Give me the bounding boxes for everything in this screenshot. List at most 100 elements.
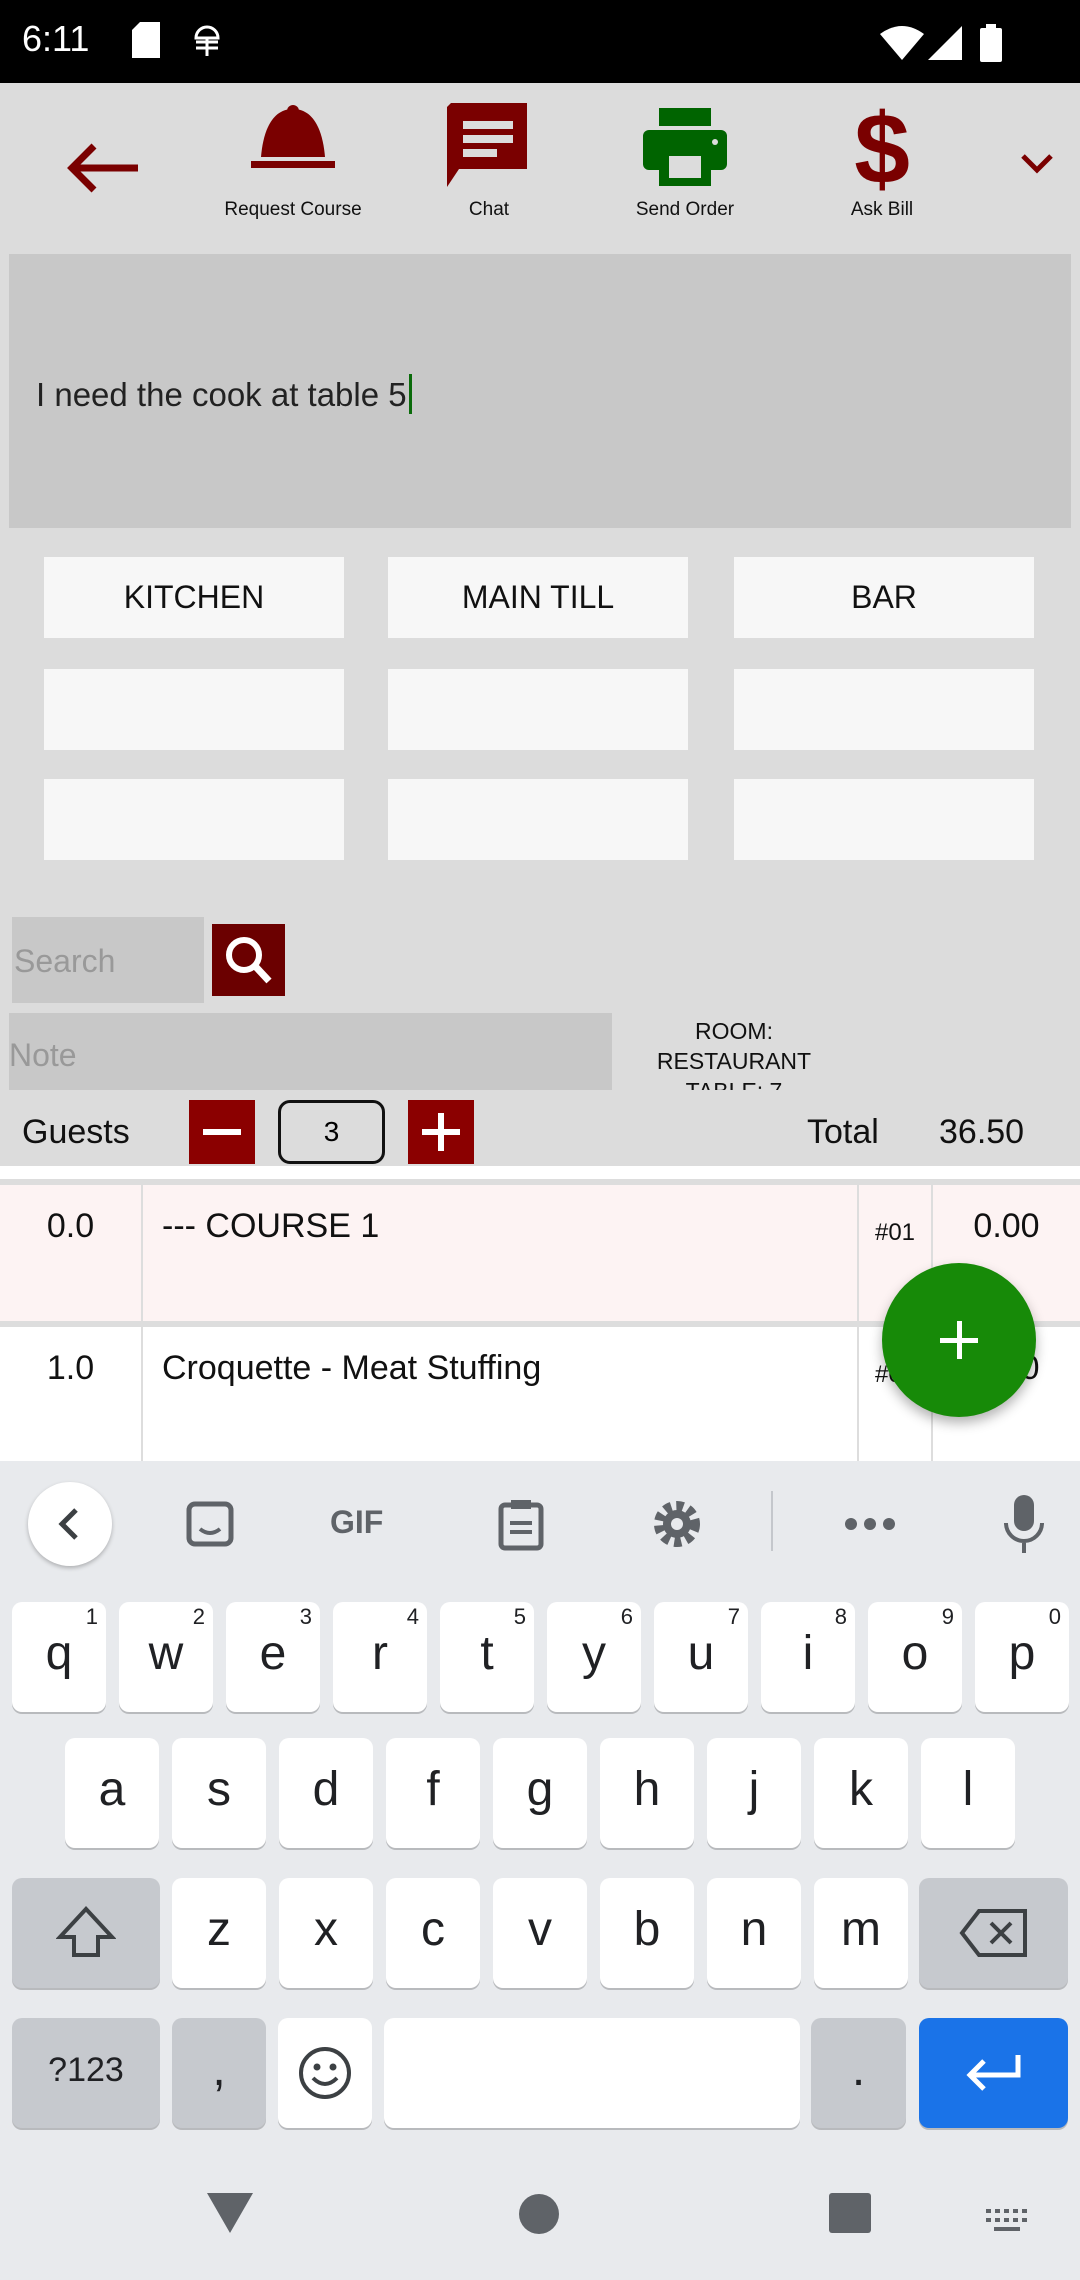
space-key[interactable] [384, 2018, 800, 2128]
key-e[interactable]: e3 [226, 1602, 320, 1712]
microphone-icon[interactable] [1002, 1495, 1046, 1553]
symbols-key[interactable]: ?123 [12, 2018, 160, 2128]
period-key[interactable]: . [811, 2018, 906, 2128]
key-label: x [314, 1903, 338, 1956]
sticker-icon[interactable] [186, 1501, 234, 1547]
key-w[interactable]: w2 [119, 1602, 213, 1712]
key-q[interactable]: q1 [12, 1602, 106, 1712]
more-icon[interactable] [844, 1517, 896, 1531]
clock: 6:11 [22, 18, 90, 59]
key-a[interactable]: a [65, 1738, 159, 1848]
key-u[interactable]: u7 [654, 1602, 748, 1712]
key-k[interactable]: k [814, 1738, 908, 1848]
key-g[interactable]: g [493, 1738, 587, 1848]
key-f[interactable]: f [386, 1738, 480, 1848]
recents-square-icon[interactable] [829, 2193, 871, 2235]
key-b[interactable]: b [600, 1878, 694, 1988]
key-p[interactable]: p0 [975, 1602, 1069, 1712]
key-label: a [98, 1763, 126, 1816]
key-t[interactable]: t5 [440, 1602, 534, 1712]
enter-key[interactable] [919, 2018, 1068, 2128]
key-j[interactable]: j [707, 1738, 801, 1848]
chat-button[interactable]: Chat [399, 83, 579, 254]
request-course-label: Request Course [224, 199, 362, 220]
guests-count[interactable]: 3 [278, 1100, 385, 1164]
key-r[interactable]: r4 [333, 1602, 427, 1712]
guests-decrement-button[interactable] [189, 1100, 255, 1164]
comma-key[interactable]: , [172, 2018, 266, 2128]
key-c[interactable]: c [386, 1878, 480, 1988]
destination-button[interactable]: BAR [734, 557, 1034, 638]
key-label: h [633, 1763, 661, 1816]
destination-button[interactable] [734, 779, 1034, 860]
key-h[interactable]: h [600, 1738, 694, 1848]
destination-button[interactable]: MAIN TILL [388, 557, 688, 638]
ask-bill-button[interactable]: $ Ask Bill [792, 83, 972, 254]
shift-icon [55, 1906, 117, 1957]
back-triangle-icon[interactable] [205, 2191, 255, 2235]
order-name: Croquette - Meat Stuffing [143, 1327, 859, 1461]
chevron-down-icon[interactable] [1020, 153, 1054, 175]
key-hint: 2 [192, 1604, 205, 1629]
key-n[interactable]: n [707, 1878, 801, 1988]
request-course-button[interactable]: Request Course [203, 83, 383, 254]
add-item-button[interactable] [882, 1263, 1036, 1417]
key-s[interactable]: s [172, 1738, 266, 1848]
destination-button[interactable] [388, 779, 688, 860]
key-o[interactable]: o9 [868, 1602, 962, 1712]
emoji-key[interactable] [278, 2018, 372, 2128]
destination-button[interactable] [44, 669, 344, 750]
back-arrow-icon[interactable] [66, 143, 142, 193]
gif-button[interactable]: GIF [330, 1504, 383, 1541]
key-label: z [207, 1903, 231, 1956]
search-input[interactable]: Search [12, 917, 204, 1003]
battery-icon [980, 24, 1002, 62]
table-name: TABLE: 7 [634, 1076, 834, 1090]
home-circle-icon[interactable] [518, 2193, 560, 2235]
destination-button[interactable] [734, 669, 1034, 750]
key-label: ?123 [48, 2051, 124, 2089]
key-m[interactable]: m [814, 1878, 908, 1988]
key-label: i [802, 1627, 814, 1680]
shift-key[interactable] [12, 1878, 160, 1988]
wifi-icon [880, 26, 924, 60]
key-label: f [426, 1763, 440, 1816]
message-text: I need the cook at table 5 [36, 376, 407, 413]
minus-icon [203, 1129, 241, 1135]
destination-button[interactable] [388, 669, 688, 750]
destination-button[interactable] [44, 779, 344, 860]
key-label: m [841, 1903, 881, 1956]
key-label: l [962, 1763, 974, 1816]
order-name: --- COURSE 1 [143, 1185, 859, 1322]
send-order-button[interactable]: Send Order [595, 83, 775, 254]
key-hint: 6 [620, 1604, 633, 1629]
room-name: RESTAURANT [656, 1048, 812, 1074]
plus-icon [940, 1321, 978, 1359]
key-label: b [633, 1903, 661, 1956]
key-label: g [526, 1763, 554, 1816]
status-bar: 6:11 [0, 0, 1080, 83]
keyboard: GIF q1w2e3r4t5y6u7i8o9p0 asdf g hjk l z x cvbnm… [0, 1461, 1080, 2151]
emoji-icon [299, 2047, 351, 2099]
settings-icon[interactable] [652, 1499, 702, 1549]
search-button[interactable] [212, 924, 285, 996]
key-l[interactable]: l [921, 1738, 1015, 1848]
destination-button[interactable]: KITCHEN [44, 557, 344, 638]
key-label: c [421, 1903, 445, 1956]
key-label: p [1008, 1627, 1036, 1680]
key-label: r [372, 1627, 388, 1680]
key-y[interactable]: y6 [547, 1602, 641, 1712]
clipboard-icon[interactable] [498, 1499, 544, 1551]
note-input[interactable]: Note [9, 1013, 612, 1090]
message-input[interactable]: I need the cook at table 5 [9, 254, 1071, 528]
total-label: Total [807, 1113, 879, 1151]
key-x[interactable]: x [279, 1878, 373, 1988]
key-v[interactable]: v [493, 1878, 587, 1988]
key-z[interactable]: z [172, 1878, 266, 1988]
keyboard-switch-icon[interactable] [986, 2209, 1030, 2233]
backspace-key[interactable] [919, 1878, 1068, 1988]
keyboard-back-button[interactable] [28, 1482, 112, 1566]
guests-increment-button[interactable] [408, 1100, 474, 1164]
key-d[interactable]: d [279, 1738, 373, 1848]
key-i[interactable]: i8 [761, 1602, 855, 1712]
